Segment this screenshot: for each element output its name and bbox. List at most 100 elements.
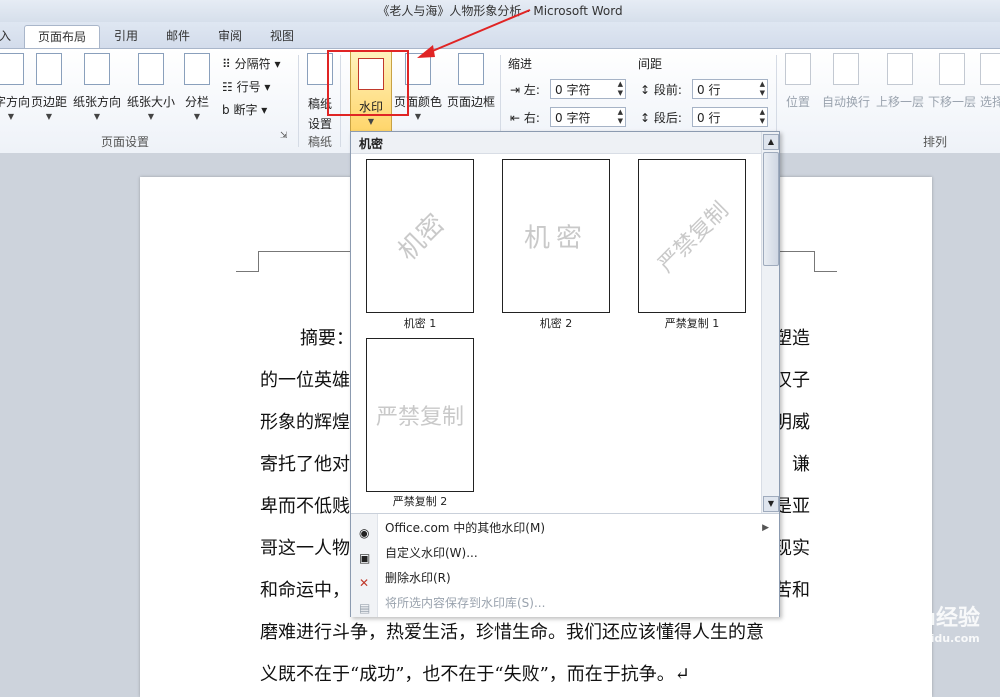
orientation-button[interactable]: 纸张方向 ▼ [72, 53, 122, 121]
doc-line: 和命运中， [260, 580, 350, 601]
tab-review[interactable]: 审阅 [208, 25, 252, 47]
annotation-arrow-icon [417, 9, 531, 58]
position-button[interactable]: 位置 [782, 53, 814, 110]
doc-line: 形象的辉煌 [260, 412, 350, 433]
scroll-up-icon[interactable]: ▲ [763, 134, 779, 150]
doc-line: 的一位英雄 [260, 370, 350, 391]
tab-insert[interactable]: 入 [0, 25, 14, 47]
send-backward-icon [939, 53, 965, 85]
margins-icon [36, 53, 62, 85]
breaks-button[interactable]: ⠿ 分隔符 ▾ [222, 55, 280, 72]
spacing-before-input[interactable]: 0 行 ▲ ▼ [692, 79, 768, 99]
header-corner-left [236, 251, 259, 272]
menu-item-remove-watermark[interactable]: ✕ 删除水印(R) [351, 566, 777, 590]
office-globe-icon: ◉ [359, 526, 370, 540]
bring-forward-icon [887, 53, 913, 85]
line-numbers-button[interactable]: ☷ 行号 ▾ [222, 78, 270, 95]
arrange-group-label: 排列 [922, 135, 947, 149]
watermark-preview-text: 严禁复制 [653, 197, 734, 278]
watermark-caption: 严禁复制 1 [664, 317, 720, 330]
wrap-text-button[interactable]: 自动换行 [820, 53, 872, 110]
tab-page-layout[interactable]: 页面布局 [24, 25, 100, 49]
orientation-icon [84, 53, 110, 85]
doc-line: 摘要： [300, 328, 354, 349]
spacing-after-label: ↕ 段后: [640, 111, 682, 125]
chevron-down-icon: ▼ [7, 112, 15, 121]
text-direction-icon [0, 53, 24, 85]
watermark-highlight-box [327, 50, 409, 116]
watermark-caption: 机密 2 [539, 317, 573, 330]
manuscript-group-label: 稿纸 [307, 135, 332, 149]
doc-line: 卑而不低贱 [260, 496, 350, 517]
chevron-down-icon: ▼ [45, 112, 53, 121]
watermark-gallery: 机密 机密 机密 1 机密 机密 2 严禁复制 严禁复制 1 严禁复制 严禁复制… [350, 131, 780, 617]
menu-item-custom-watermark[interactable]: ▣ 自定义水印(W)... [351, 541, 777, 565]
columns-button[interactable]: 分栏 ▼ [182, 53, 212, 121]
tab-references[interactable]: 引用 [104, 25, 148, 47]
spacing-after-input[interactable]: 0 行 ▲ ▼ [692, 107, 768, 127]
spacing-title: 间距 [638, 57, 663, 71]
indent-right-label: ⇤ 右: [510, 111, 540, 125]
tab-view[interactable]: 视图 [260, 25, 304, 47]
columns-icon [184, 53, 210, 85]
doc-line: 磨难进行斗争，热爱生活，珍惜生命。我们还应该懂得人生的意 [260, 622, 764, 643]
margins-button[interactable]: 页边距 ▼ [30, 53, 68, 121]
doc-line: 哥这一人物 [260, 538, 350, 559]
indent-right-icon: ⇤ [510, 111, 521, 125]
spacing-before-label: ↕ 段前: [640, 83, 682, 97]
watermark-preview-text: 机密 [392, 208, 451, 267]
paper-size-button[interactable]: 纸张大小 ▼ [126, 53, 176, 121]
chevron-down-icon: ▼ [367, 117, 375, 126]
text-direction-button[interactable]: 字方向 ▼ [0, 53, 30, 121]
tab-mailings[interactable]: 邮件 [156, 25, 200, 47]
spacing-before-icon: ↕ [640, 83, 651, 97]
dialog-launcher-icon[interactable]: ⇲ [280, 131, 288, 141]
position-icon [785, 53, 811, 85]
indent-right-input[interactable]: 0 字符 ▲ ▼ [550, 107, 626, 127]
watermark-option-2[interactable]: 机密 [502, 159, 610, 313]
baidu-jingyan-watermark: Baidu经验 jingyan.baidu.com [865, 606, 980, 645]
menu-item-save-to-gallery[interactable]: ▤ 将所选内容保存到水印库(S)... [351, 591, 777, 615]
custom-watermark-icon: ▣ [359, 551, 371, 565]
watermark-option-4[interactable]: 严禁复制 [366, 338, 474, 492]
wrap-text-icon [833, 53, 859, 85]
chevron-down-icon: ▼ [147, 112, 155, 121]
submenu-arrow-icon: ▶ [762, 523, 769, 533]
watermark-menu: ◉ Office.com 中的其他水印(M) ▶ ▣ 自定义水印(W)... ✕… [351, 513, 779, 617]
save-selection-icon: ▤ [359, 601, 371, 615]
line-numbers-icon: ☷ [222, 80, 233, 94]
spinner-arrows-icon[interactable]: ▲ ▼ [760, 108, 765, 126]
indent-left-icon: ⇥ [510, 83, 521, 97]
watermark-preview-text: 机密 [523, 223, 589, 254]
doc-line: 义既不在于“成功”，也不在于“失败”，而在于抗争。↵ [260, 664, 690, 685]
watermark-option-3[interactable]: 严禁复制 [638, 159, 746, 313]
breaks-icon: ⠿ [222, 57, 231, 71]
select-icon [980, 53, 1000, 85]
spinner-arrows-icon[interactable]: ▲ ▼ [618, 80, 623, 98]
bring-forward-button[interactable]: 上移一层 [874, 53, 926, 110]
menu-item-office-watermarks[interactable]: ◉ Office.com 中的其他水印(M) ▶ [351, 516, 777, 540]
watermark-option-1[interactable]: 机密 [366, 159, 474, 313]
watermark-caption: 机密 1 [403, 317, 437, 330]
group-divider [298, 55, 299, 147]
indent-left-input[interactable]: 0 字符 ▲ ▼ [550, 79, 626, 99]
spacing-after-icon: ↕ [640, 111, 651, 125]
spinner-arrows-icon[interactable]: ▲ ▼ [618, 108, 623, 126]
watermark-caption: 严禁复制 2 [392, 495, 448, 508]
hyphenation-button[interactable]: b 断字 ▾ [222, 101, 267, 118]
paper-size-icon [138, 53, 164, 85]
chevron-down-icon: ▼ [193, 112, 201, 121]
select-pane-button[interactable]: 选择 [980, 53, 1000, 110]
remove-watermark-icon: ✕ [359, 576, 370, 590]
send-backward-button[interactable]: 下移一层 [926, 53, 978, 110]
doc-line: 寄托了他对 [260, 454, 350, 475]
chevron-down-icon: ▼ [93, 112, 101, 121]
hyphenation-icon: b [222, 103, 230, 117]
spinner-arrows-icon[interactable]: ▲ ▼ [760, 80, 765, 98]
scroll-down-icon[interactable]: ▼ [763, 496, 779, 512]
scroll-thumb[interactable] [763, 152, 779, 266]
indent-left-label: ⇥ 左: [510, 83, 540, 97]
gallery-section-title: 机密 [351, 132, 761, 154]
gallery-scrollbar[interactable]: ▲ ▼ [761, 132, 779, 513]
page-setup-group-label: 页面设置 [100, 135, 149, 149]
